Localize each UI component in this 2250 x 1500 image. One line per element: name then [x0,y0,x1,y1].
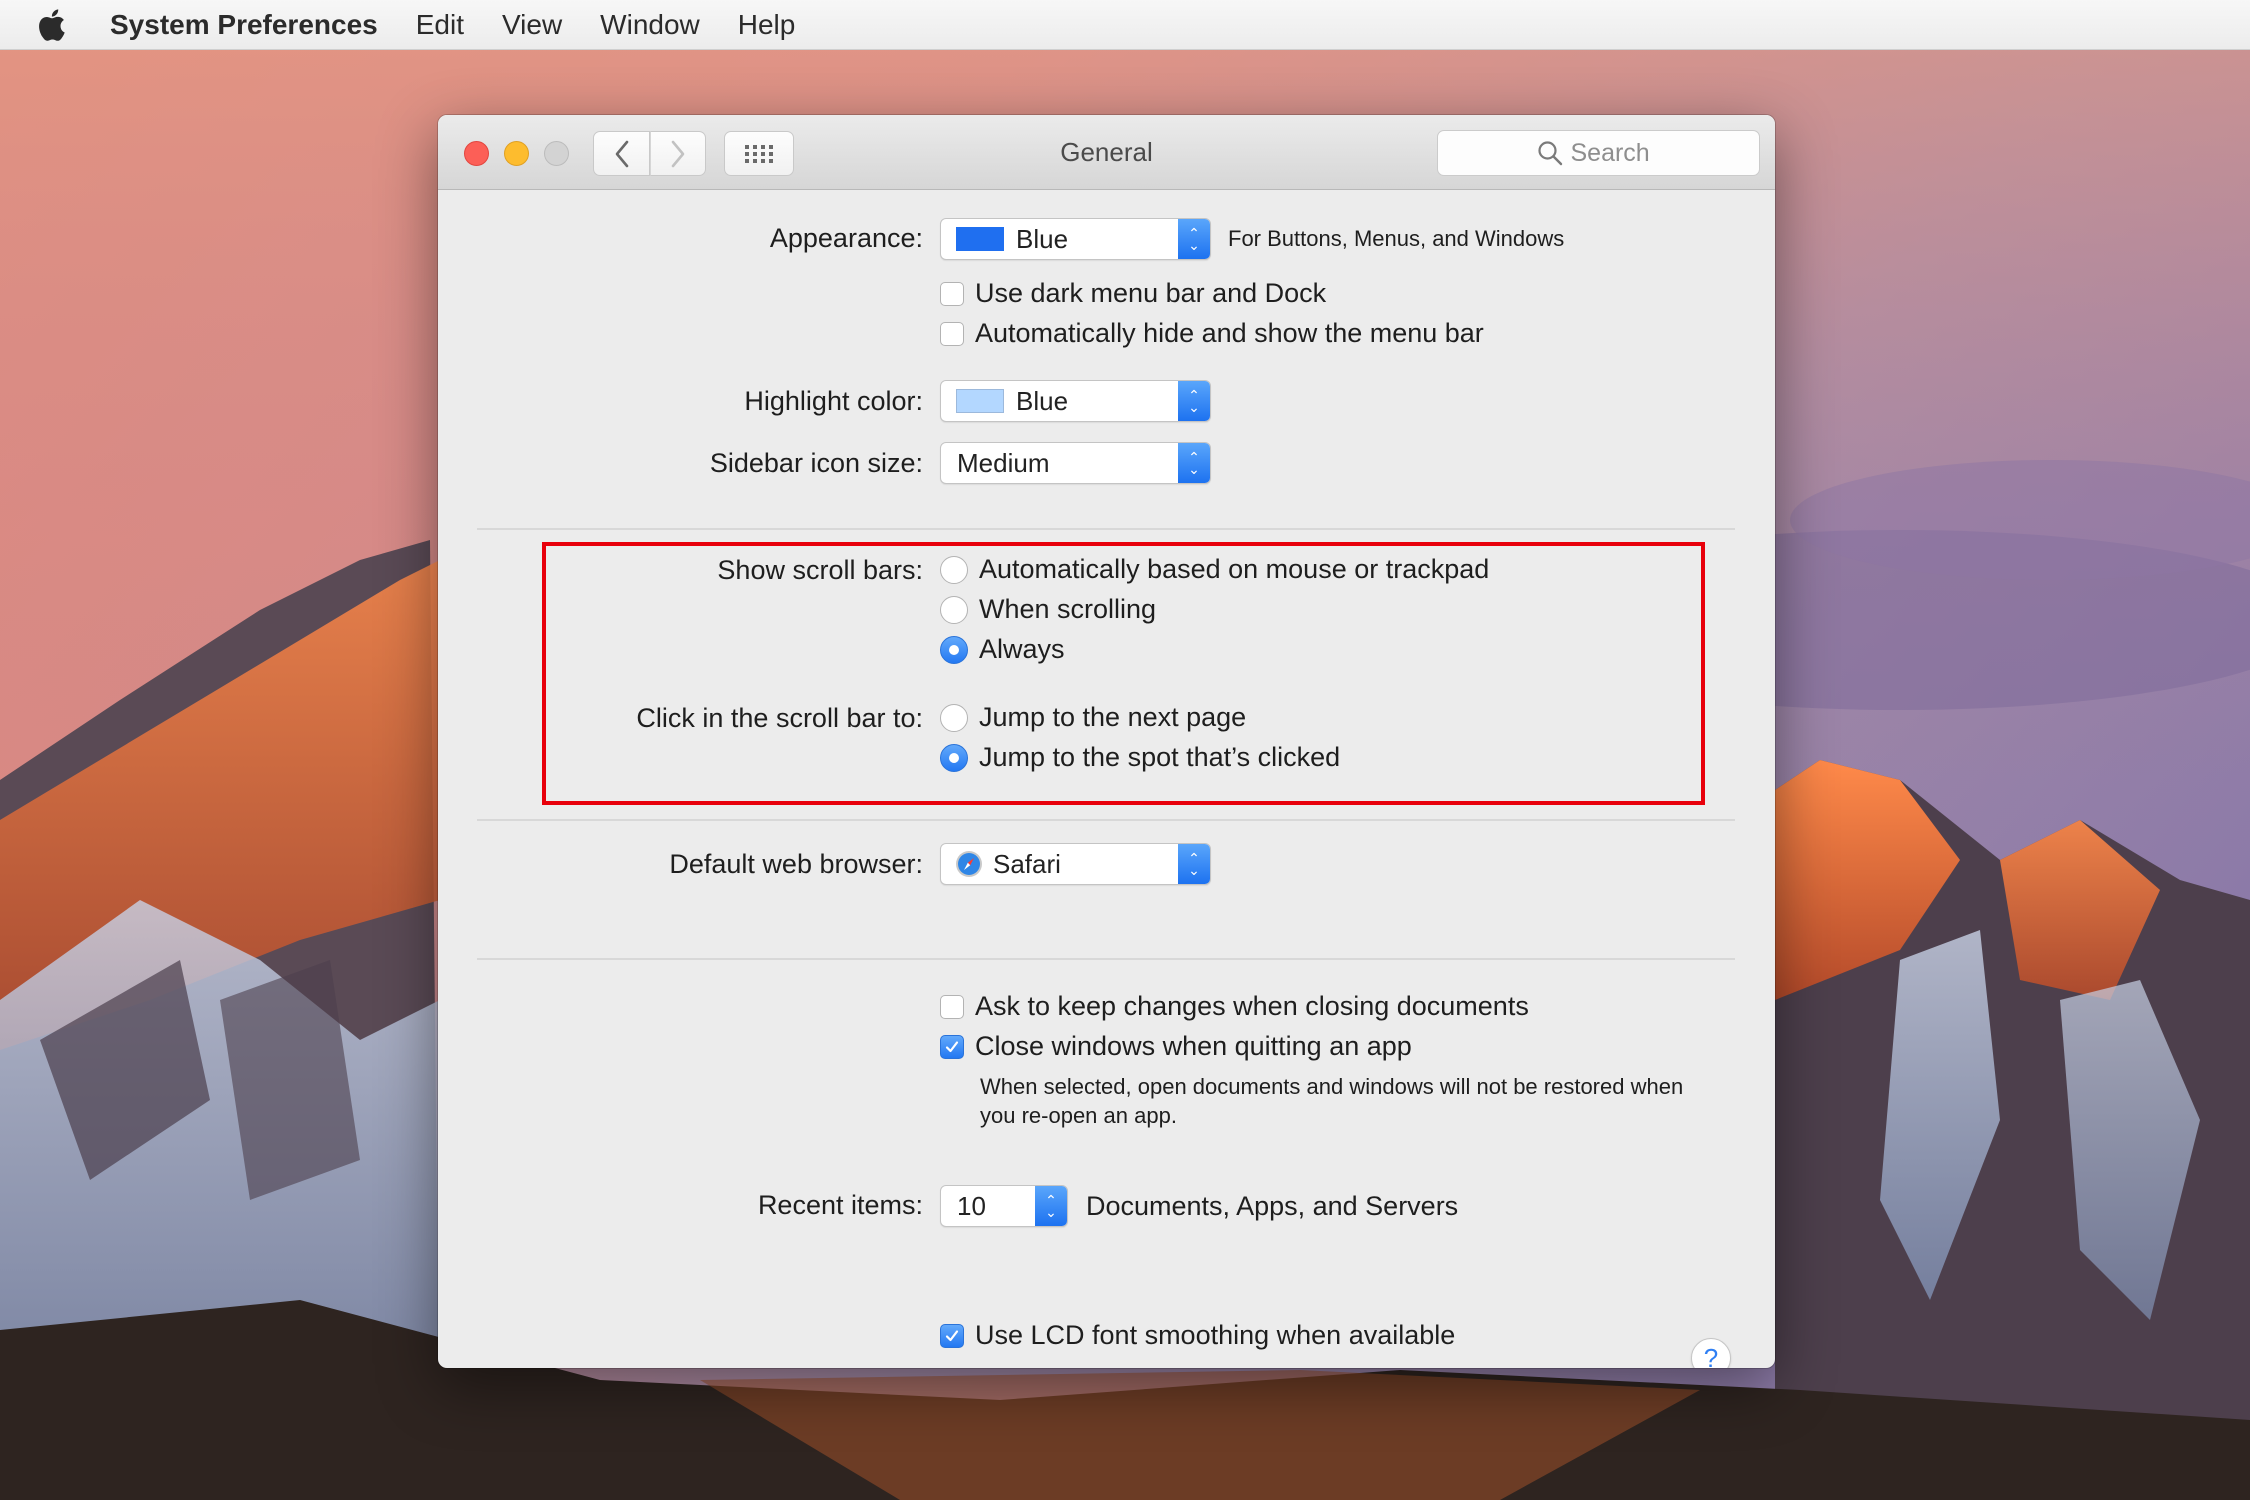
popup-arrows-icon: ⌃ ⌄ [1178,443,1210,483]
zoom-button[interactable] [544,141,569,166]
ask-keep-changes-checkbox[interactable] [940,994,964,1019]
back-button[interactable] [593,131,650,176]
minimize-button[interactable] [504,141,529,166]
scroll-bars-when-scrolling-option[interactable]: When scrolling [940,594,1156,625]
close-windows-label: Close windows when quitting an app [975,1031,1412,1061]
jump-next-page-label: Jump to the next page [979,702,1247,732]
section-divider [477,528,1735,530]
popup-arrows-icon: ⌃ ⌄ [1178,844,1210,884]
close-windows-description: When selected, open documents and window… [980,1074,1684,1128]
jump-next-page-option[interactable]: Jump to the next page [940,702,1246,733]
section-divider [477,819,1735,821]
auto-hide-menu-bar-option[interactable]: Automatically hide and show the menu bar [940,318,1484,349]
highlight-color-popup[interactable]: Blue ⌃ ⌄ [940,380,1211,422]
scroll-bars-always-radio[interactable] [940,635,968,664]
jump-to-spot-label: Jump to the spot that’s clicked [979,742,1341,772]
lcd-smoothing-label: Use LCD font smoothing when available [975,1320,1456,1350]
appearance-value: Blue [1016,223,1069,254]
title-bar[interactable]: General [438,115,1775,190]
sidebar-icon-size-value: Medium [957,447,1050,478]
default-browser-value: Safari [993,848,1061,879]
search-field[interactable] [1437,130,1760,176]
default-browser-label: Default web browser: [669,849,923,879]
scroll-bars-automatic-radio[interactable] [940,555,968,584]
safari-compass-icon [956,851,982,877]
appearance-note: For Buttons, Menus, and Windows [1228,226,1565,251]
dark-menu-bar-checkbox[interactable] [940,281,964,306]
recent-items-note: Documents, Apps, and Servers [1086,1191,1459,1221]
apple-logo-icon[interactable] [38,8,72,42]
popup-arrows-icon: ⌃ ⌄ [1035,1186,1067,1226]
lcd-smoothing-option[interactable]: Use LCD font smoothing when available [940,1320,1455,1351]
scroll-bars-always-label: Always [979,634,1065,664]
highlight-color-label: Highlight color: [744,386,923,416]
menu-help[interactable]: Help [738,9,796,41]
ask-keep-changes-label: Ask to keep changes when closing documen… [975,991,1529,1021]
appearance-swatch [956,227,1004,251]
checkmark-icon [945,1329,959,1341]
popup-arrows-icon: ⌃ ⌄ [1178,381,1210,421]
scroll-bars-automatic-option[interactable]: Automatically based on mouse or trackpad [940,554,1489,585]
chevron-right-icon [671,140,685,167]
scroll-bars-when-scrolling-radio[interactable] [940,595,968,624]
section-divider [477,958,1735,960]
recent-items-label: Recent items: [757,1190,923,1220]
menu-window[interactable]: Window [600,9,700,41]
grid-icon [745,144,773,163]
recent-items-popup[interactable]: 10 ⌃ ⌄ [940,1185,1068,1227]
menu-view[interactable]: View [502,9,562,41]
recent-items-value: 10 [957,1190,986,1221]
show-all-button[interactable] [724,131,794,176]
popup-arrows-icon: ⌃ ⌄ [1178,219,1210,259]
appearance-popup[interactable]: Blue ⌃ ⌄ [940,218,1211,260]
search-icon [1537,141,1562,166]
menu-edit[interactable]: Edit [416,9,464,41]
highlight-color-swatch [956,389,1004,413]
menu-system-preferences[interactable]: System Preferences [110,9,378,41]
dark-menu-bar-label: Use dark menu bar and Dock [975,278,1327,308]
general-preferences-window: General Appearance: Blue ⌃⌄ For Buttons,… [438,115,1775,1368]
click-scroll-bar-label: Click in the scroll bar to: [636,703,923,733]
scroll-bars-always-option[interactable]: Always [940,634,1065,665]
ask-keep-changes-option[interactable]: Ask to keep changes when closing documen… [940,991,1529,1022]
auto-hide-menu-bar-checkbox[interactable] [940,321,964,346]
sidebar-icon-size-popup[interactable]: Medium ⌃ ⌄ [940,442,1211,484]
sidebar-icon-size-label: Sidebar icon size: [709,448,923,478]
appearance-label: Appearance: [769,223,923,253]
close-button[interactable] [464,141,489,166]
jump-to-spot-radio[interactable] [940,743,968,772]
scroll-bars-when-scrolling-label: When scrolling [979,594,1157,624]
dark-menu-bar-option[interactable]: Use dark menu bar and Dock [940,278,1326,309]
close-windows-checkbox[interactable] [940,1034,964,1059]
scroll-bars-automatic-label: Automatically based on mouse or trackpad [979,554,1490,584]
lcd-smoothing-checkbox[interactable] [940,1323,964,1348]
auto-hide-menu-bar-label: Automatically hide and show the menu bar [975,318,1484,348]
menu-bar: System Preferences Edit View Window Help [0,0,2250,50]
forward-button[interactable] [650,131,706,176]
default-browser-popup[interactable]: Safari ⌃ ⌄ [940,843,1211,885]
search-input[interactable] [1570,138,1661,168]
checkmark-icon [945,1040,959,1052]
jump-next-page-radio[interactable] [940,703,968,732]
close-windows-option[interactable]: Close windows when quitting an app [940,1031,1412,1062]
preferences-content: Appearance: Blue ⌃ ⌄ For Buttons, Menus, … [438,190,1775,1368]
show-scroll-bars-label: Show scroll bars: [717,555,923,585]
highlight-color-value: Blue [1016,385,1069,416]
jump-to-spot-option[interactable]: Jump to the spot that’s clicked [940,742,1340,773]
chevron-left-icon [615,140,628,167]
